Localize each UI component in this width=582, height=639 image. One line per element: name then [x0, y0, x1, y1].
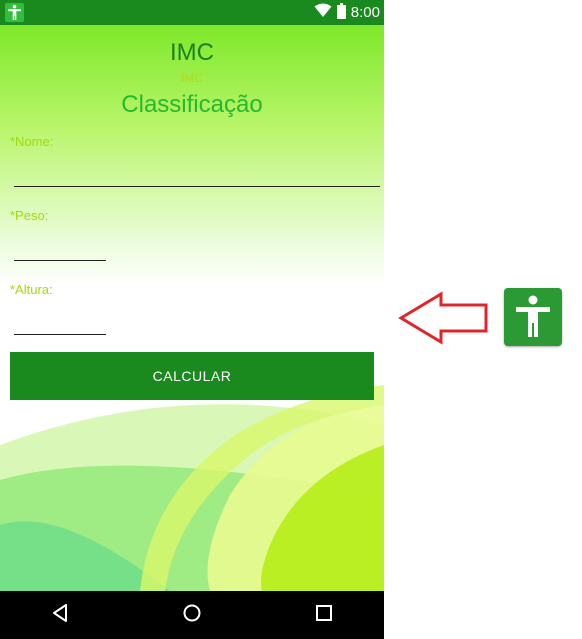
home-icon[interactable] [182, 603, 202, 628]
altura-label: *Altura: [10, 282, 53, 297]
app-title: IMC [170, 39, 214, 66]
accessibility-icon[interactable] [504, 288, 562, 346]
altura-field[interactable] [14, 303, 106, 335]
status-icons: 8:00 [314, 0, 380, 25]
calcular-button[interactable]: CALCULAR [10, 352, 374, 400]
battery-icon [336, 2, 346, 23]
phone-screen: 8:00 IMC IMC Classificação *Nome: *Peso:… [0, 0, 384, 639]
peso-label: *Peso: [10, 208, 49, 223]
peso-field[interactable] [14, 229, 106, 261]
status-time: 8:00 [350, 4, 380, 21]
recents-icon[interactable] [315, 603, 333, 628]
nome-field[interactable] [14, 155, 380, 187]
navigation-bar [0, 591, 384, 639]
app-subtitle: IMC [181, 71, 203, 85]
status-bar: 8:00 [0, 0, 384, 25]
back-icon[interactable] [51, 603, 69, 628]
arrow-left-icon [398, 290, 490, 351]
nome-label: *Nome: [10, 134, 54, 149]
accessibility-icon[interactable] [5, 3, 24, 22]
app-content: IMC IMC Classificação *Nome: *Peso: *Alt… [0, 25, 384, 591]
classification-heading: Classificação [121, 91, 263, 118]
wifi-icon [314, 3, 332, 22]
